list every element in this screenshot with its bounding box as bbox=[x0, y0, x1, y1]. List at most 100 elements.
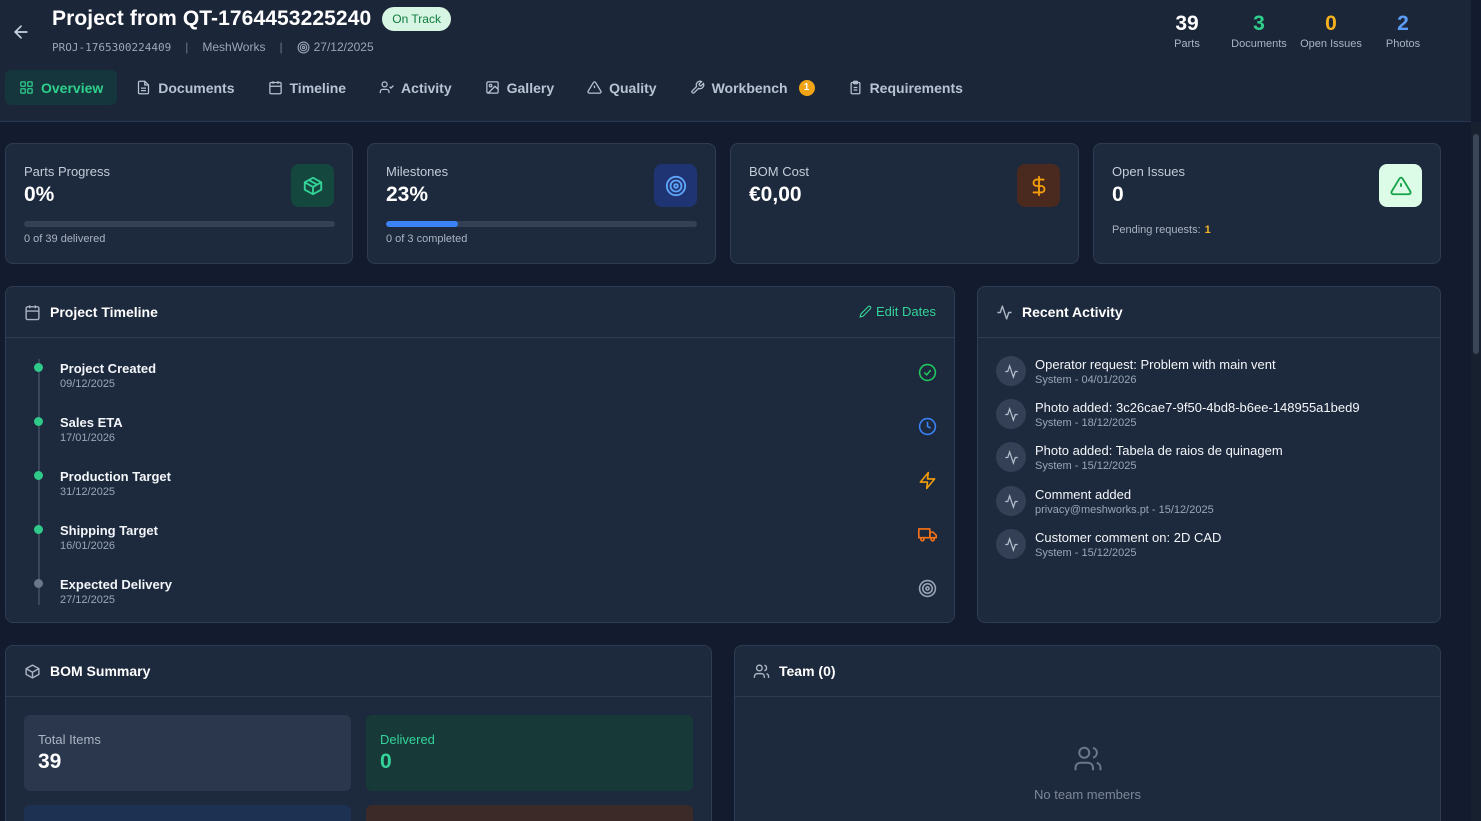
pencil-icon bbox=[859, 305, 872, 318]
zap-icon bbox=[918, 471, 937, 490]
meta-separator: | bbox=[279, 40, 283, 54]
stat-photos[interactable]: 2 Photos bbox=[1367, 11, 1439, 50]
milestone-date: 17/01/2026 bbox=[60, 432, 116, 444]
box-icon bbox=[291, 164, 334, 207]
edit-dates-button[interactable]: Edit Dates bbox=[859, 304, 936, 319]
milestones-card: Milestones 23% 0 of 3 completed bbox=[367, 143, 716, 264]
stat-documents[interactable]: 3 Documents bbox=[1223, 11, 1295, 50]
project-header: Project from QT-1764453225240 On Track P… bbox=[0, 0, 1471, 122]
tile-label: Total Items bbox=[38, 732, 101, 747]
milestones-progress-bar bbox=[386, 221, 697, 227]
image-icon bbox=[485, 81, 499, 94]
calendar-icon bbox=[268, 81, 282, 95]
kpi-label: Milestones bbox=[386, 164, 449, 179]
activity-icon bbox=[996, 356, 1026, 386]
kpi-value: 0 bbox=[1112, 183, 1124, 206]
status-badge: On Track bbox=[382, 7, 451, 31]
panel-title: Team (0) bbox=[779, 663, 836, 679]
total-items-tile: Total Items 39 bbox=[24, 715, 351, 791]
open-issues-card: Open Issues 0 Pending requests: 1 bbox=[1093, 143, 1441, 264]
tab-label: Documents bbox=[158, 79, 235, 96]
stat-value: 39 bbox=[1175, 12, 1199, 35]
tab-bar: Overview Documents Timeline Activity Gal… bbox=[5, 70, 982, 105]
stat-label: Parts bbox=[1174, 38, 1200, 50]
activity-meta: System - 18/12/2025 bbox=[1035, 417, 1137, 429]
page-scrollbar[interactable] bbox=[1471, 122, 1481, 821]
empty-state: No team members bbox=[735, 744, 1440, 802]
tab-gallery[interactable]: Gallery bbox=[471, 70, 568, 105]
kpi-subtext: 0 of 39 delivered bbox=[24, 233, 106, 245]
activity-meta: System - 04/01/2026 bbox=[1035, 374, 1137, 386]
stat-parts[interactable]: 39 Parts bbox=[1151, 11, 1223, 50]
tab-label: Requirements bbox=[869, 79, 963, 96]
activity-item: Photo added: 3c26cae7-9f50-4bd8-b6ee-148… bbox=[996, 399, 1430, 439]
project-code: PROJ-1765300224409 bbox=[52, 40, 172, 54]
milestone-name: Sales ETA bbox=[60, 415, 123, 430]
users-icon bbox=[1074, 746, 1102, 771]
stat-value: 2 bbox=[1397, 12, 1409, 35]
back-arrow-icon[interactable] bbox=[11, 22, 31, 42]
warning-icon bbox=[587, 81, 602, 94]
stat-open-issues[interactable]: 0 Open Issues bbox=[1295, 11, 1367, 50]
wrench-icon bbox=[690, 80, 704, 94]
activity-icon bbox=[996, 442, 1026, 472]
activity-text: Photo added: 3c26cae7-9f50-4bd8-b6ee-148… bbox=[1035, 400, 1360, 415]
activity-text: Operator request: Problem with main vent bbox=[1035, 357, 1276, 372]
bom-tile bbox=[24, 805, 351, 821]
milestone-name: Shipping Target bbox=[60, 523, 158, 538]
kpi-label: BOM Cost bbox=[749, 164, 809, 179]
tab-documents[interactable]: Documents bbox=[122, 70, 248, 105]
timeline-dot bbox=[34, 417, 43, 426]
activity-meta: System - 15/12/2025 bbox=[1035, 460, 1137, 472]
project-meta: PROJ-1765300224409 | MeshWorks | 27/12/2… bbox=[52, 40, 374, 54]
tab-activity[interactable]: Activity bbox=[365, 70, 466, 105]
activity-icon bbox=[996, 529, 1026, 559]
kpi-subtext: 0 of 3 completed bbox=[386, 233, 468, 245]
progress-fill bbox=[386, 221, 458, 227]
activity-text: Comment added bbox=[1035, 487, 1132, 502]
grid-icon bbox=[20, 81, 33, 94]
tab-overview[interactable]: Overview bbox=[5, 70, 118, 105]
header-stats: 39 Parts 3 Documents 0 Open Issues 2 Pho… bbox=[1151, 11, 1439, 50]
delivered-tile: Delivered 0 bbox=[366, 715, 693, 791]
kpi-value: €0,00 bbox=[749, 183, 802, 206]
timeline-item: Production Target 31/12/2025 bbox=[6, 465, 954, 505]
tab-quality[interactable]: Quality bbox=[573, 70, 670, 105]
tab-timeline[interactable]: Timeline bbox=[254, 70, 361, 105]
clipboard-icon bbox=[850, 80, 861, 95]
tab-requirements[interactable]: Requirements bbox=[834, 70, 977, 105]
target-icon bbox=[654, 164, 697, 207]
activity-icon bbox=[996, 486, 1026, 516]
panel-header: BOM Summary bbox=[6, 646, 711, 697]
company-name: MeshWorks bbox=[202, 40, 266, 54]
scrollbar-thumb[interactable] bbox=[1473, 134, 1479, 354]
tab-label: Quality bbox=[609, 79, 657, 96]
activity-icon bbox=[997, 304, 1012, 320]
kpi-label: Open Issues bbox=[1112, 164, 1185, 179]
stat-label: Photos bbox=[1385, 38, 1421, 50]
activity-item: Photo added: Tabela de raios de quinagem… bbox=[996, 442, 1430, 482]
bom-cost-card: BOM Cost €0,00 bbox=[730, 143, 1079, 264]
tile-label: Delivered bbox=[380, 732, 435, 747]
kpi-label: Parts Progress bbox=[24, 164, 110, 179]
tab-label: Gallery bbox=[506, 79, 555, 96]
recent-activity-panel: Recent Activity Operator request: Proble… bbox=[977, 286, 1441, 623]
parts-progress-card: Parts Progress 0% 0 of 39 delivered bbox=[5, 143, 353, 264]
timeline-dot bbox=[34, 579, 43, 588]
timeline-dot bbox=[34, 471, 43, 480]
tab-workbench[interactable]: Workbench 1 bbox=[676, 70, 829, 105]
kpi-value: 0% bbox=[24, 183, 55, 206]
users-icon bbox=[379, 81, 394, 94]
activity-meta: privacy@meshworks.pt - 15/12/2025 bbox=[1035, 504, 1214, 516]
users-icon bbox=[753, 663, 770, 678]
alert-triangle-icon bbox=[1379, 164, 1422, 207]
kpi-value: 23% bbox=[386, 183, 429, 206]
milestone-date: 31/12/2025 bbox=[60, 486, 116, 498]
tab-label: Activity bbox=[401, 79, 452, 96]
empty-state-label: No team members bbox=[1034, 787, 1141, 802]
activity-item: Customer comment on: 2D CAD System - 15/… bbox=[996, 529, 1430, 569]
milestone-date: 27/12/2025 bbox=[60, 594, 116, 606]
tab-label: Overview bbox=[41, 79, 104, 96]
panel-title: Recent Activity bbox=[1022, 304, 1123, 320]
file-icon bbox=[138, 80, 150, 95]
